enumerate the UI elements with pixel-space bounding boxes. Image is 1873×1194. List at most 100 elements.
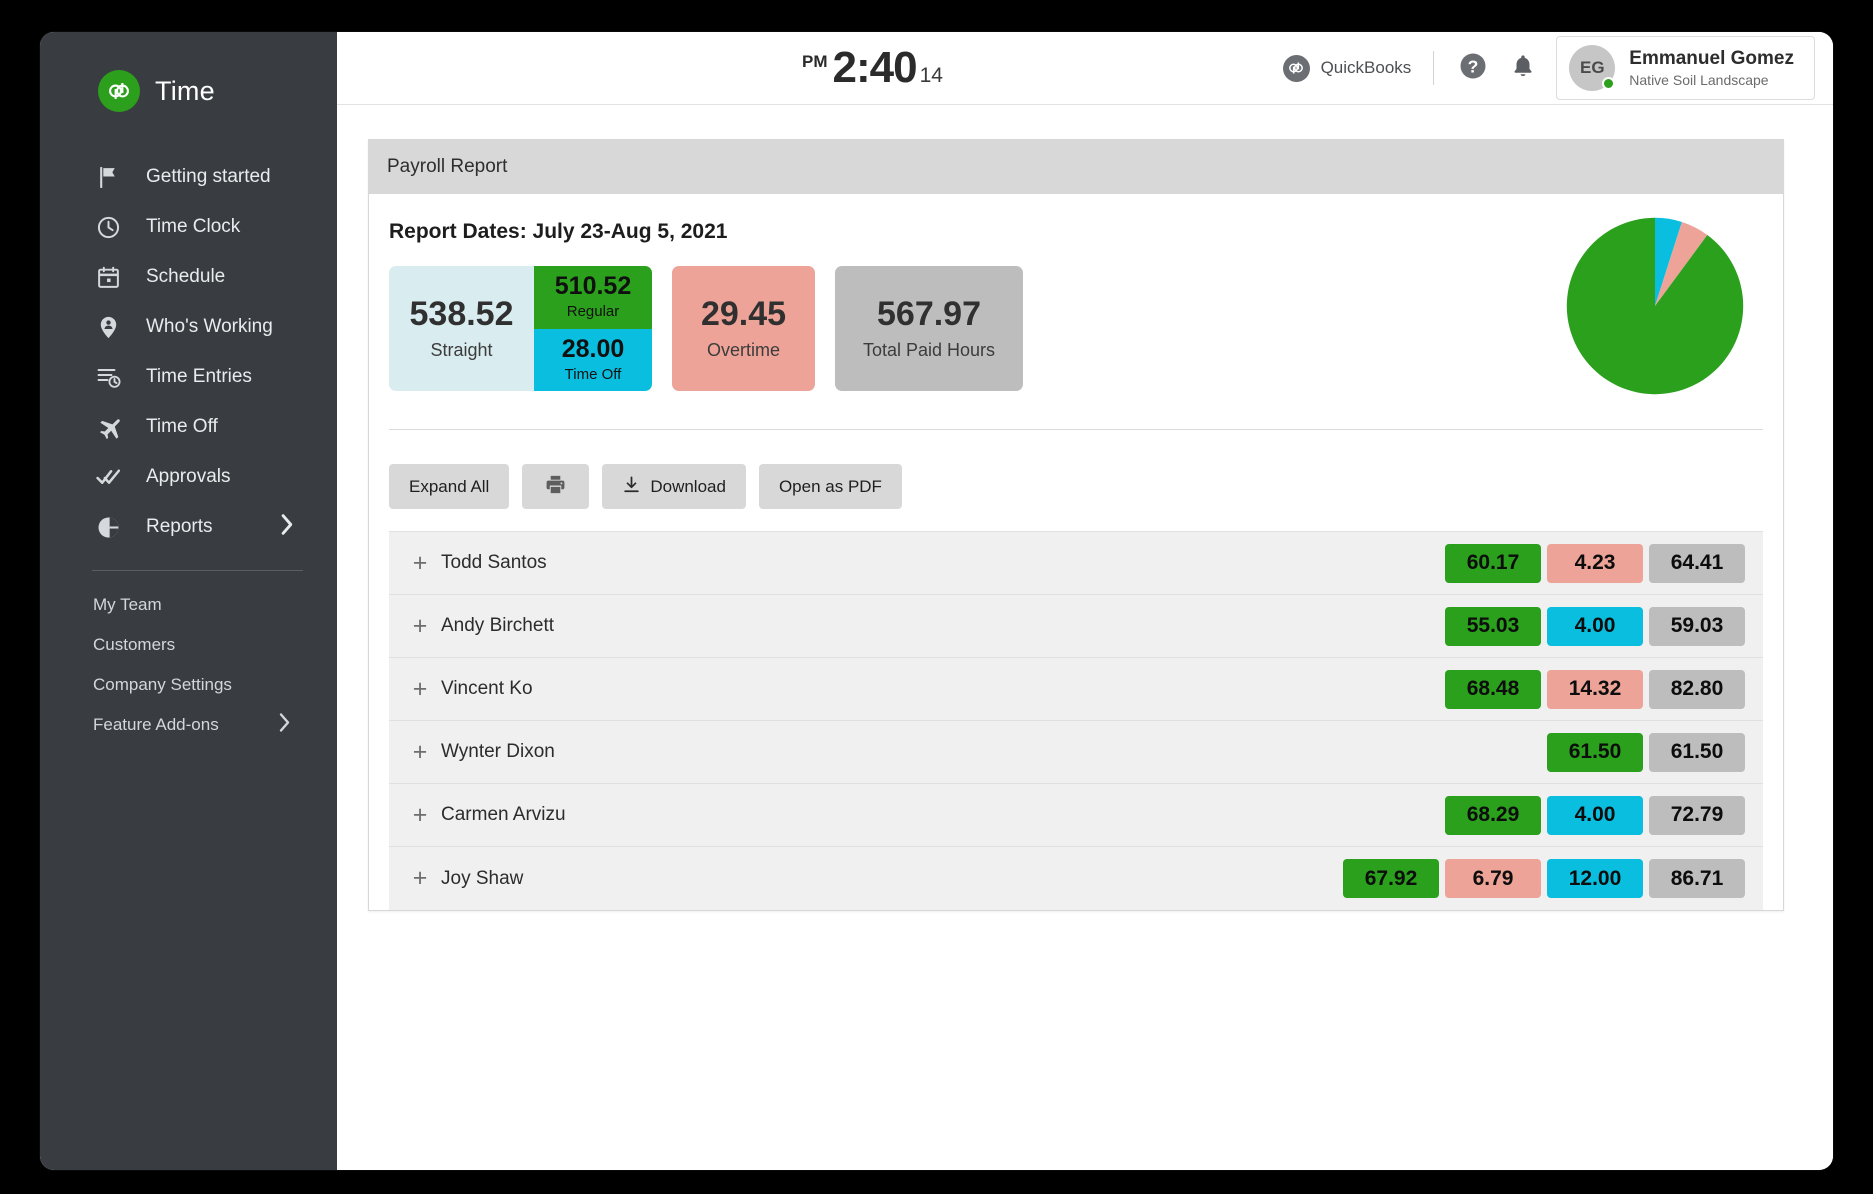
time-off-label: Time Off (564, 365, 622, 383)
expand-row-icon[interactable]: + (407, 801, 433, 830)
flag-icon (96, 165, 126, 190)
chevron-right-icon (278, 713, 292, 738)
user-info: Emmanuel Gomez Native Soil Landscape (1629, 48, 1794, 89)
payroll-table: + Todd Santos 60.17 4.23 64.41 + Andy Birchett… (389, 531, 1763, 910)
expand-row-icon[interactable]: + (407, 675, 433, 704)
list-clock-icon (96, 364, 126, 390)
content-area: Payroll Report Report Dates: July 23-Aug… (337, 105, 1833, 1170)
total-value: 567.97 (877, 294, 981, 333)
help-button[interactable]: ? (1456, 51, 1490, 85)
table-row[interactable]: + Andy Birchett 55.03 4.00 59.03 (389, 595, 1763, 658)
hours-pill-pink: 6.79 (1445, 859, 1541, 898)
card-header: Payroll Report (369, 140, 1783, 194)
expand-all-button[interactable]: Expand All (389, 464, 510, 509)
straight-breakdown: 510.52 Regular 28.00 Time Off (534, 266, 652, 391)
hours-pill-green: 55.03 (1445, 606, 1541, 646)
airplane-icon (96, 414, 126, 440)
employee-name: Andy Birchett (441, 615, 554, 636)
payroll-report-card: Payroll Report Report Dates: July 23-Aug… (368, 139, 1784, 911)
straight-value: 538.52 (409, 294, 514, 333)
expand-row-icon[interactable]: + (407, 549, 433, 578)
app-window: Time Getting started Time Clock Schedule… (40, 32, 1833, 1170)
table-row[interactable]: + Carmen Arvizu 68.29 4.00 72.79 (389, 784, 1763, 847)
avatar: EG (1569, 45, 1616, 91)
table-row[interactable]: + Todd Santos 60.17 4.23 64.41 (389, 532, 1763, 595)
expand-row-icon[interactable]: + (407, 612, 433, 641)
hours-pill-green: 68.29 (1445, 795, 1541, 835)
pie-chart-svg (1566, 217, 1744, 395)
hours-pill-grey: 59.03 (1649, 606, 1745, 646)
open-as-pdf-label: Open as PDF (778, 476, 882, 496)
user-name: Emmanuel Gomez (1629, 47, 1794, 69)
sidebar-item-my-team[interactable]: My Team (40, 585, 337, 625)
sidebar-item-label: Reports (146, 516, 213, 537)
open-as-pdf-button[interactable]: Open as PDF (758, 464, 902, 509)
report-toolbar: Expand All Download Open as PDF (389, 430, 1763, 531)
expand-row-icon[interactable]: + (407, 738, 433, 767)
sidebar-item-schedule[interactable]: Schedule (40, 252, 337, 302)
regular-label: Regular (566, 303, 620, 321)
sidebar-item-time-entries[interactable]: Time Entries (40, 352, 337, 402)
sidebar-item-company-settings[interactable]: Company Settings (40, 665, 337, 705)
regular-metric: 510.52 Regular (534, 266, 652, 329)
brand-logo[interactable]: Time (40, 60, 337, 122)
main-area: PM 2:40 14 QuickBooks ? EG Emmanuel Gome… (337, 32, 1833, 1170)
download-icon (622, 475, 641, 499)
hours-pills: 67.92 6.79 12.00 86.71 (1343, 859, 1745, 898)
time-off-metric: 28.00 Time Off (534, 328, 652, 391)
sidebar-item-time-off[interactable]: Time Off (40, 402, 337, 452)
download-label: Download (650, 476, 726, 496)
sidebar-item-getting-started[interactable]: Getting started (40, 152, 337, 202)
hours-breakdown-pie-chart (1565, 216, 1745, 401)
sidebar-divider (92, 570, 303, 571)
quickbooks-mini-logo-icon (1282, 54, 1310, 82)
sidebar-item-whos-working[interactable]: Who's Working (40, 302, 337, 352)
sidebar: Time Getting started Time Clock Schedule… (40, 32, 337, 1170)
summary-metrics: 538.52 Straight 510.52 Regular 28.00 Tim… (389, 266, 1763, 391)
top-bar-separator (1433, 51, 1435, 85)
sidebar-item-customers[interactable]: Customers (40, 625, 337, 665)
calendar-icon (96, 265, 126, 290)
employee-name: Vincent Ko (441, 678, 533, 699)
quickbooks-link[interactable]: QuickBooks (1282, 54, 1412, 82)
sidebar-item-reports[interactable]: Reports (40, 502, 337, 552)
hours-pill-grey: 86.71 (1649, 859, 1745, 898)
sidebar-item-label: Getting started (146, 166, 271, 187)
sidebar-sub-label: My Team (93, 595, 162, 614)
hours-pill-cyan: 4.00 (1547, 795, 1643, 835)
table-row[interactable]: + Joy Shaw 67.92 6.79 12.00 86.71 (389, 847, 1763, 910)
hours-pill-green: 60.17 (1445, 543, 1541, 583)
hours-pill-grey: 64.41 (1649, 543, 1745, 583)
brand-title: Time (155, 75, 215, 106)
sidebar-item-label: Time Entries (146, 366, 252, 387)
straight-metric: 538.52 Straight (389, 266, 534, 391)
table-row[interactable]: + Vincent Ko 68.48 14.32 82.80 (389, 658, 1763, 721)
hours-pills: 55.03 4.00 59.03 (1445, 606, 1745, 646)
question-mark-icon: ? (1458, 51, 1488, 86)
notifications-button[interactable] (1506, 51, 1540, 85)
top-bar-right: QuickBooks ? EG Emmanuel Gomez Native So… (1282, 36, 1815, 100)
hours-pill-green: 61.50 (1547, 732, 1643, 772)
expand-row-icon[interactable]: + (407, 864, 433, 893)
hours-pill-cyan: 4.00 (1547, 606, 1643, 646)
time-off-value: 28.00 (561, 334, 625, 363)
sidebar-item-label: Schedule (146, 266, 226, 287)
sidebar-item-approvals[interactable]: Approvals (40, 452, 337, 502)
top-bar: PM 2:40 14 QuickBooks ? EG Emmanuel Gome… (337, 32, 1833, 105)
double-check-icon (96, 464, 126, 491)
sidebar-item-time-clock[interactable]: Time Clock (40, 202, 337, 252)
table-row[interactable]: + Wynter Dixon 61.50 61.50 (389, 721, 1763, 784)
download-button[interactable]: Download (602, 464, 746, 509)
user-account-menu[interactable]: EG Emmanuel Gomez Native Soil Landscape (1556, 36, 1815, 100)
print-button[interactable] (522, 464, 590, 509)
user-org: Native Soil Landscape (1629, 72, 1769, 89)
sidebar-item-feature-add-ons[interactable]: Feature Add-ons (40, 705, 337, 745)
quickbooks-label: QuickBooks (1320, 58, 1412, 77)
live-clock: PM 2:40 14 (802, 43, 943, 93)
presence-dot (1602, 77, 1616, 90)
employee-name: Joy Shaw (441, 867, 524, 889)
employee-name: Carmen Arvizu (441, 804, 566, 825)
report-dates-label: Report Dates: July 23-Aug 5, 2021 (389, 220, 728, 243)
overtime-label: Overtime (706, 339, 780, 360)
card-body: Report Dates: July 23-Aug 5, 2021 538.52… (369, 194, 1783, 910)
